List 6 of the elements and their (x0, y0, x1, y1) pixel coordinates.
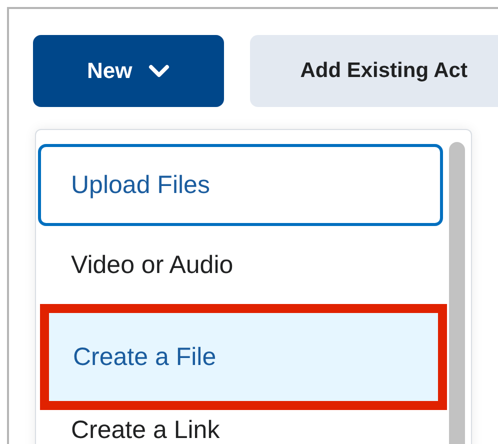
new-button[interactable]: New (33, 35, 224, 107)
chevron-down-icon (148, 64, 170, 78)
menu-item[interactable]: Upload Files (38, 144, 443, 226)
add-existing-button[interactable]: Add Existing Act (250, 35, 498, 107)
scrollbar[interactable] (449, 142, 465, 444)
menu-item[interactable]: Create a File (40, 304, 447, 410)
